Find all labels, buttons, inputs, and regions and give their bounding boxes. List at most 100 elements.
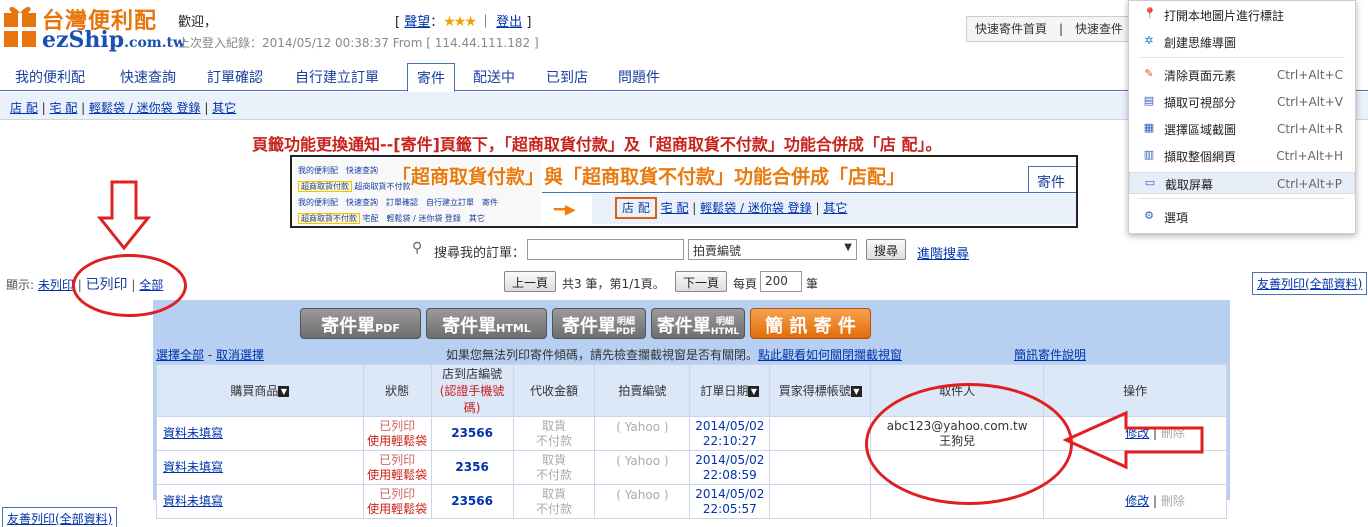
menu-item-eraser[interactable]: ✎ 清除頁面元素 Ctrl+Alt+C [1129, 64, 1355, 86]
sms-send-button[interactable]: 簡 訊 寄 件 [750, 308, 871, 339]
order-date: 2014/05/02 [695, 452, 765, 467]
html-sub: HTML [496, 322, 531, 335]
tab-send[interactable]: 寄件 [407, 63, 455, 92]
screen-icon: ▭ [1144, 176, 1156, 189]
filter-prefix: 顯示: [6, 278, 35, 292]
bag-text: 使用輕鬆袋 [367, 467, 428, 482]
menu-item-mindmap[interactable]: ✲ 創建思維導圖 [1129, 31, 1355, 53]
friendly-print-link-top[interactable]: 友善列印(全部資料) [1252, 272, 1368, 295]
tab-problem[interactable]: 問題件 [618, 67, 660, 87]
subnav-bag[interactable]: 輕鬆袋 / 迷你袋 登錄 [89, 101, 201, 115]
crop-icon: ▦ [1143, 121, 1155, 134]
shipment-panel: 寄件單PDF 寄件單HTML 寄件單明細 PDF 寄件單 明細 HTML 簡 訊 寄 … [153, 300, 1230, 519]
rating-link[interactable]: 聲望 [404, 15, 430, 30]
menu-item-crop[interactable]: ▦ 選擇區域截圖 Ctrl+Alt+R [1129, 118, 1355, 140]
quick-links-bar[interactable]: 快速寄件首頁 | 快速查件 [966, 16, 1146, 42]
product-link[interactable]: 資料未填寫 [163, 426, 223, 440]
cod-1: 取貨 [542, 418, 567, 433]
menu-item-settings[interactable]: ⚙ 選項 [1129, 206, 1355, 228]
cod-2: 不付款 [536, 501, 573, 516]
subnav-store[interactable]: 店 配 [10, 101, 38, 115]
popup-help-link[interactable]: 點此觀看如何關閉攔截視窗 [758, 348, 902, 362]
product-link[interactable]: 資料未填寫 [163, 460, 223, 474]
arrow-right-icon: ━━▶ [554, 202, 576, 218]
prev-page-button[interactable]: 上一頁 [504, 271, 556, 292]
search-input[interactable] [527, 239, 684, 260]
menu-separator [1139, 198, 1345, 199]
menu-item-shortcut: Ctrl+Alt+R [1276, 122, 1343, 136]
brand-name-en: ezShip.com.tw [42, 27, 185, 53]
status-text: 已列印 [379, 486, 416, 501]
search-field-value: 拍賣編號 [693, 244, 742, 258]
logout-link[interactable]: 登出 [496, 15, 522, 30]
menu-item-page[interactable]: ▤ 擷取可視部分 Ctrl+Alt+V [1129, 91, 1355, 113]
cod-2: 不付款 [536, 467, 573, 482]
subnav-other[interactable]: 其它 [212, 101, 236, 115]
menu-item-shortcut: Ctrl+Alt+H [1276, 149, 1343, 163]
promo-headline: 「超商取貨付款」與「超商取貨不付款」功能合併成「店配」 [392, 166, 906, 188]
menu-item-screen[interactable]: ▭ 截取屏幕 Ctrl+Alt+P [1129, 172, 1355, 194]
search-icon: ⚲ [412, 240, 423, 256]
fullpage-icon: ▥ [1143, 148, 1155, 161]
selection-row: 選擇全部 - 取消選擇 如果您無法列印寄件傾碼，請先檢查攔截視窗是否有關閉。點此… [156, 346, 1087, 363]
menu-item-label: 打開本地圖片進行標註 [1164, 9, 1285, 23]
per-page-input[interactable]: 200 [760, 271, 802, 292]
search-field-select[interactable]: 拍賣編號 ▼ [688, 239, 857, 260]
left-arrow-annotation-icon [1063, 410, 1204, 470]
tab-order-confirm[interactable]: 訂單確認 [207, 67, 263, 87]
auction-id: ( Yahoo ) [616, 488, 669, 502]
print-detail-html-button[interactable]: 寄件單 明細 HTML [651, 308, 745, 339]
col-buyer[interactable]: 買家得標帳號 ▼ [769, 364, 872, 417]
mini-row-4: 超商取貨不付款 宅配 輕鬆袋 / 迷你袋 登錄 其它 [298, 213, 485, 224]
print-html-button[interactable]: 寄件單HTML [426, 308, 547, 339]
promo-image: 我的便利配 快速查詢 超商取貨付款 超商取貨不付款 我的便利配 快速查詢 訂單確… [290, 155, 1078, 228]
edit-link[interactable]: 修改 [1125, 494, 1149, 508]
tab-delivering[interactable]: 配送中 [473, 67, 515, 87]
menu-item-label: 截取屏幕 [1165, 178, 1214, 192]
per-page-label: 每頁 [733, 277, 758, 291]
settings-icon: ⚙ [1144, 209, 1154, 222]
sort-icon[interactable]: ▼ [850, 386, 862, 397]
caret-down-icon: ▼ [844, 242, 852, 253]
product-link[interactable]: 資料未填寫 [163, 494, 223, 508]
logo-icon [2, 3, 38, 49]
menu-separator [1139, 57, 1345, 58]
sort-icon[interactable]: ▼ [748, 386, 760, 397]
order-date: 2014/05/02 [695, 418, 765, 433]
sort-icon[interactable]: ▼ [278, 386, 290, 397]
col-store-no-sub: (認證手機號碼) [439, 384, 505, 415]
print-detail-pdf-button[interactable]: 寄件單明細 PDF [552, 308, 646, 339]
col-status: 狀態 [362, 364, 432, 417]
search-button[interactable]: 搜尋 [866, 239, 906, 260]
menu-item-label: 創建思維導圖 [1164, 36, 1237, 50]
col-date[interactable]: 訂單日期 ▼ [689, 364, 771, 417]
sms-help-link[interactable]: 簡訊寄件說明 [1014, 346, 1086, 363]
brand-en-main: ezShip [42, 27, 125, 53]
tab-create-order[interactable]: 自行建立訂單 [295, 67, 379, 87]
friendly-print-link-bottom[interactable]: 友善列印(全部資料) [2, 507, 118, 527]
subnav-home[interactable]: 宅 配 [50, 101, 78, 115]
deselect-link[interactable]: 取消選擇 [216, 348, 264, 362]
order-time: 22:05:57 [702, 501, 757, 516]
tab-arrived[interactable]: 已到店 [546, 67, 588, 87]
bag-text: 使用輕鬆袋 [367, 501, 428, 516]
col-product[interactable]: 購買商品 ▼ [156, 364, 364, 417]
last-login-info: 上次登入紀錄：2014/05/12 00:38:37 From [ 114.44… [178, 36, 539, 50]
delete-link[interactable]: 刪除 [1161, 494, 1185, 508]
print-pdf-button[interactable]: 寄件單PDF [300, 308, 421, 339]
filter-unprinted[interactable]: 未列印 [38, 278, 74, 292]
status-text: 已列印 [379, 418, 416, 433]
next-page-button[interactable]: 下一頁 [675, 271, 727, 292]
promo-home: 宅 配 [660, 201, 689, 215]
col-store-no-label: 店到店編號 [442, 367, 503, 381]
menu-item-label: 選擇區域截圖 [1164, 123, 1237, 137]
menu-item-fullpage[interactable]: ▥ 擷取整個網頁 Ctrl+Alt+H [1129, 145, 1355, 167]
annotation-circle-filter [72, 254, 187, 317]
advanced-search-link[interactable]: 進階搜尋 [917, 243, 969, 262]
menu-item-pin[interactable]: 📍 打開本地圖片進行標註 [1129, 4, 1355, 26]
select-all-link[interactable]: 選擇全部 [156, 348, 204, 362]
tab-my-ezship[interactable]: 我的便利配 [15, 67, 85, 87]
tab-quick-query[interactable]: 快速查詢 [120, 67, 176, 87]
order-time: 22:10:27 [702, 433, 757, 448]
promo-bag: 輕鬆袋 / 迷你袋 登錄 [700, 201, 812, 215]
